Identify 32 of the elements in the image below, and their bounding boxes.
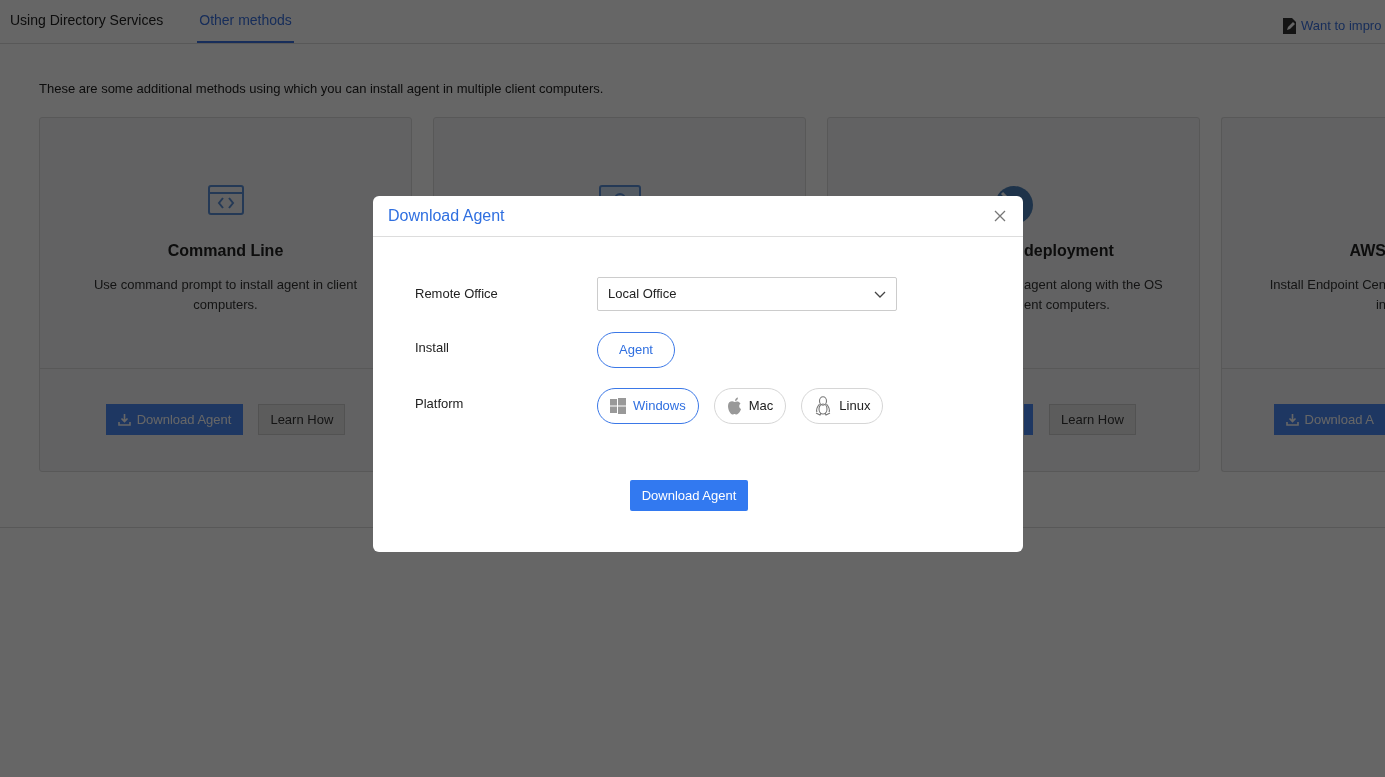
card-description: agent along with the OS (1024, 275, 1163, 294)
download-button[interactable]: Download A (1273, 404, 1385, 435)
card-description: in (1375, 295, 1385, 314)
penguin-icon (814, 396, 833, 416)
card-description: Install Endpoint Cen (1269, 275, 1385, 294)
card-title: deployment (1024, 240, 1114, 261)
close-icon[interactable] (994, 209, 1008, 223)
field-label: Install (415, 339, 450, 357)
learn-how-button[interactable]: Learn How (258, 404, 346, 435)
card-description: ent computers. (1024, 295, 1110, 314)
card-title: Command Line (167, 240, 284, 261)
learn-how-button[interactable]: Learn How (1049, 404, 1136, 435)
dialog-title: Download Agent (388, 206, 505, 226)
windows-icon (610, 398, 626, 414)
field-label: Platform (415, 395, 465, 413)
dropdown-value: Local Office (608, 285, 677, 304)
card-title: AWS (1349, 240, 1385, 261)
edit-note-icon (1283, 17, 1296, 34)
tab[interactable]: Other methods (197, 0, 294, 43)
apple-icon (726, 397, 742, 415)
intro-text: These are some additional methods using which you can install agent in multiple client computers. (39, 80, 605, 98)
download-button[interactable]: Download Agent (105, 404, 244, 435)
download-icon (117, 413, 131, 426)
feedback-link[interactable]: Want to impro (1301, 16, 1382, 36)
remote-office-dropdown[interactable]: Local Office (597, 277, 897, 311)
code-window-icon (207, 184, 244, 215)
download-agent-button[interactable]: Download Agent (629, 480, 749, 511)
field-label: Remote Office (415, 285, 499, 304)
download-icon (1285, 413, 1299, 426)
chevron-down-icon (874, 290, 886, 298)
card-description: Use command prompt to install agent in client computers. (93, 275, 358, 314)
tab[interactable]: Using Directory Services (8, 0, 166, 43)
